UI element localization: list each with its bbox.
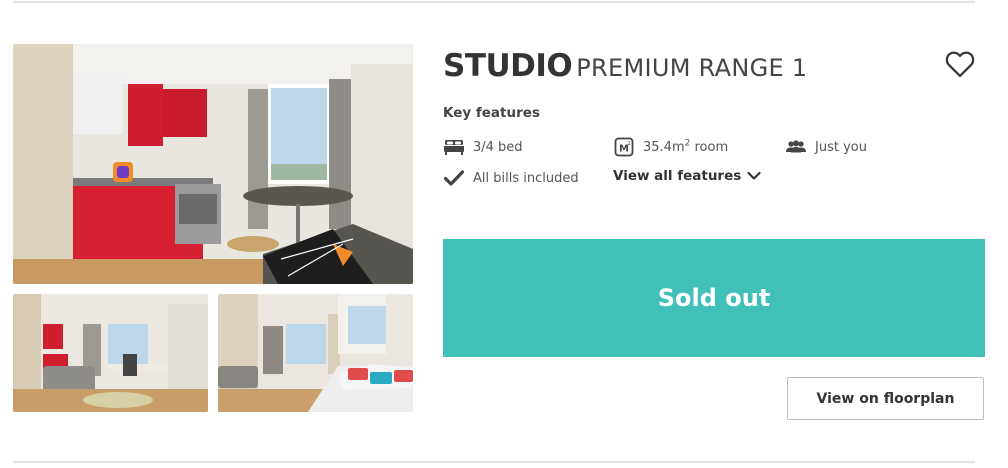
svg-text:2: 2 bbox=[628, 141, 631, 147]
feature-occupancy-label: Just you bbox=[815, 139, 867, 155]
key-features-heading: Key features bbox=[443, 105, 540, 121]
room-range: PREMIUM RANGE 1 bbox=[576, 54, 808, 82]
view-all-features-label: View all features bbox=[613, 168, 742, 184]
favourite-button[interactable] bbox=[943, 47, 977, 81]
feature-bills: All bills included bbox=[443, 168, 579, 188]
people-icon bbox=[785, 137, 807, 157]
feature-room-size: M 2 35.4m2 room bbox=[613, 137, 728, 157]
sold-out-button[interactable]: Sold out bbox=[443, 239, 985, 357]
chevron-down-icon bbox=[747, 171, 761, 180]
heart-outline-icon bbox=[945, 51, 975, 78]
feature-occupancy: Just you bbox=[785, 137, 867, 157]
room-listing-card: STUDIO PREMIUM RANGE 1 Key features 3/4 b… bbox=[0, 0, 1008, 468]
room-type: STUDIO bbox=[443, 48, 573, 84]
top-divider bbox=[13, 1, 975, 3]
bed-icon bbox=[443, 137, 465, 157]
room-size-value: 35.4m bbox=[643, 139, 685, 155]
checkmark-icon bbox=[443, 168, 465, 188]
room-gallery bbox=[13, 44, 413, 412]
room-photo-thumbnail-2[interactable] bbox=[218, 294, 413, 412]
room-details: STUDIO PREMIUM RANGE 1 Key features 3/4 b… bbox=[443, 44, 988, 434]
room-size-icon: M 2 bbox=[613, 137, 635, 157]
feature-room-size-label: 35.4m2 room bbox=[643, 139, 729, 155]
feature-bed: 3/4 bed bbox=[443, 137, 523, 157]
room-size-suffix: room bbox=[690, 139, 729, 155]
feature-bed-label: 3/4 bed bbox=[473, 139, 523, 155]
room-photo-thumbnail-1[interactable] bbox=[13, 294, 208, 412]
feature-bills-label: All bills included bbox=[473, 170, 579, 186]
bottom-divider bbox=[13, 461, 975, 463]
view-all-features-link[interactable]: View all features bbox=[613, 168, 761, 184]
main-room-photo[interactable] bbox=[13, 44, 413, 284]
room-title: STUDIO PREMIUM RANGE 1 bbox=[443, 48, 808, 84]
view-on-floorplan-button[interactable]: View on floorplan bbox=[787, 377, 984, 420]
